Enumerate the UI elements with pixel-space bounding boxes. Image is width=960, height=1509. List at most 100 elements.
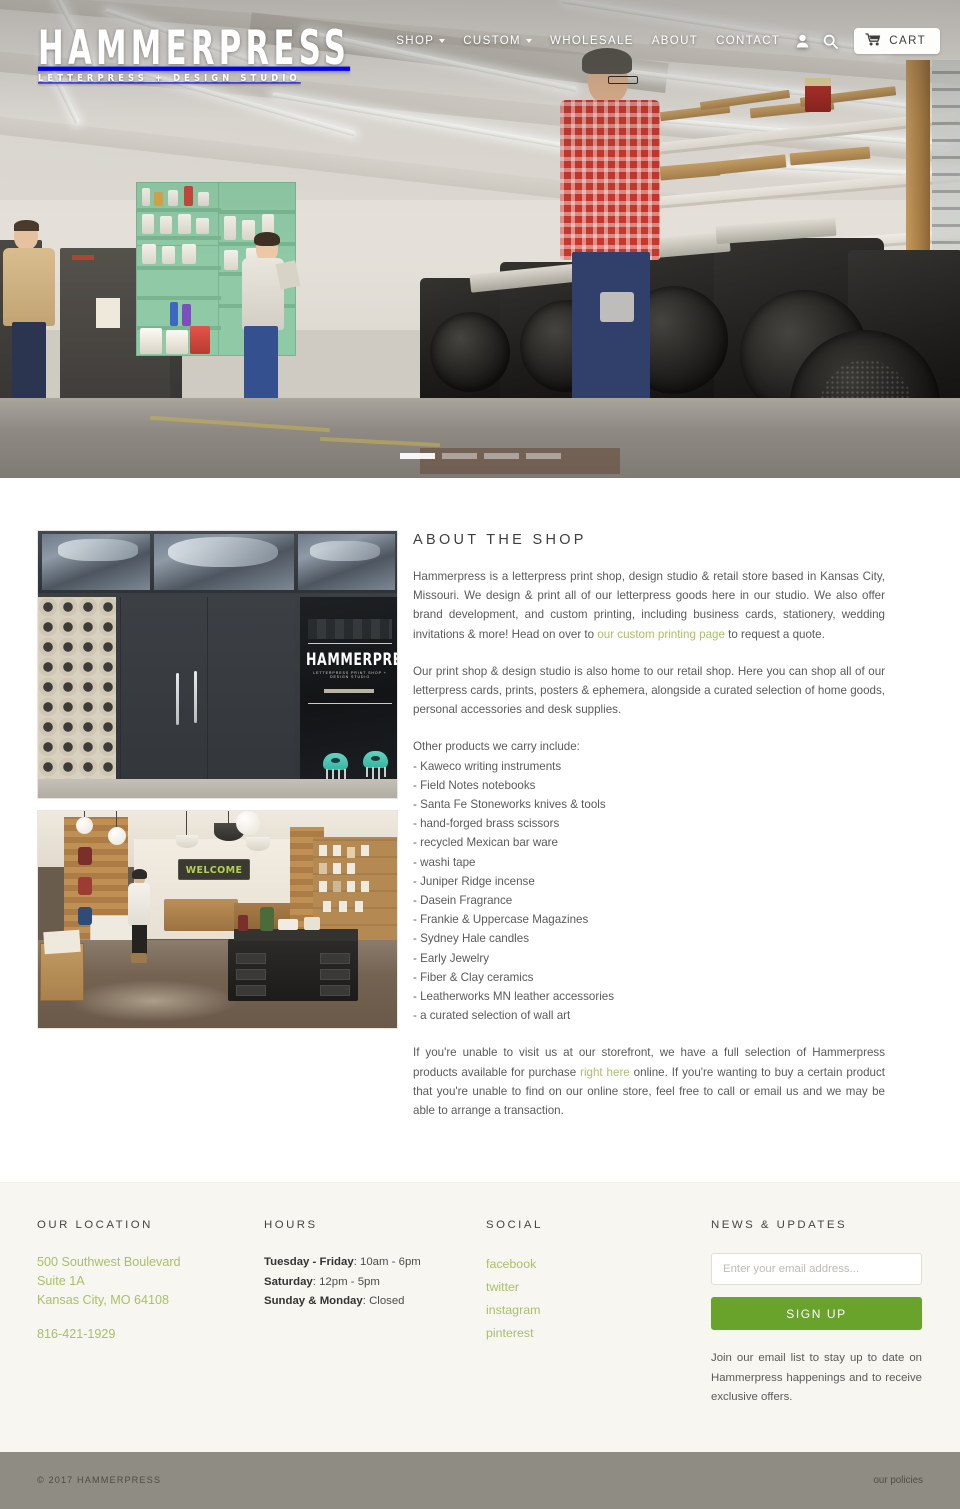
newsletter-blurb: Join our email list to stay up to date o… (711, 1352, 922, 1404)
hours-time: : 12pm - 5pm (312, 1275, 380, 1288)
copyright-text: © 2017 HAMMERPRESS (37, 1475, 162, 1485)
pendant-light (108, 827, 126, 845)
logo-wordmark: HAMMERPRESS (38, 19, 351, 76)
footer-location-column: OUR LOCATION 500 Southwest Boulevard Sui… (37, 1219, 264, 1407)
list-item: - Frankie & Uppercase Magazines (413, 913, 589, 927)
pendant-light (76, 817, 93, 834)
address-line-1[interactable]: 500 Southwest Boulevard (37, 1253, 264, 1272)
social-link-twitter[interactable]: twitter (486, 1276, 711, 1299)
carousel-dot-4[interactable] (525, 453, 561, 459)
hours-time: : Closed (362, 1295, 405, 1308)
nav-item-contact[interactable]: CONTACT (707, 35, 789, 47)
newsletter-heading: NEWS & UPDATES (711, 1219, 848, 1232)
address-line-3[interactable]: Kansas City, MO 64108 (37, 1291, 264, 1310)
shop-online-link[interactable]: right here (580, 1066, 630, 1079)
footer-social-column: SOCIAL facebook twitter instagram pinter… (486, 1219, 711, 1407)
list-item: - Kaweco writing instruments (413, 759, 562, 773)
hours-heading: HOURS (264, 1219, 318, 1232)
bottom-bar: © 2017 HAMMERPRESS our policies (0, 1451, 960, 1509)
cart-button[interactable]: CART (854, 28, 940, 54)
list-item: - Sydney Hale candles (413, 932, 529, 946)
chevron-down-icon (439, 39, 446, 43)
policies-link[interactable]: our policies (873, 1475, 923, 1486)
nav-label-wholesale: WHOLESALE (550, 35, 634, 47)
product-display (238, 915, 248, 931)
list-item: - Juniper Ridge incense (413, 874, 535, 888)
search-icon[interactable] (816, 34, 845, 49)
about-paragraph-1: Hammerpress is a letterpress print shop,… (413, 567, 885, 644)
welcome-sign: WELCOME (178, 859, 250, 880)
hanging-bag (78, 847, 92, 865)
carousel-dot-2[interactable] (441, 453, 477, 459)
list-item: - Santa Fe Stoneworks knives & tools (413, 798, 606, 812)
site-footer: OUR LOCATION 500 Southwest Boulevard Sui… (0, 1182, 960, 1452)
signup-button[interactable]: SIGN UP (711, 1297, 922, 1331)
hours-days: Sunday & Monday (264, 1295, 363, 1308)
pendant-shade (176, 835, 198, 848)
address-line-2[interactable]: Suite 1A (37, 1272, 264, 1291)
logo-tagline: LETTERPRESS + DESIGN STUDIO (38, 72, 301, 84)
eyeglasses (608, 76, 638, 84)
product-display (304, 917, 320, 930)
hours-row: Tuesday - Friday: 10am - 6pm (264, 1253, 486, 1273)
location-heading: OUR LOCATION (37, 1219, 153, 1232)
print-stack (43, 929, 81, 955)
carousel-indicators (0, 453, 960, 459)
list-item: - a curated selection of wall art (413, 1009, 571, 1023)
storefront-photo: HAMMERPRESS LETTERPRESS PRINT SHOP + DES… (37, 530, 398, 799)
list-item: - hand-forged brass scissors (413, 817, 560, 831)
social-link-facebook[interactable]: facebook (486, 1253, 711, 1276)
custom-printing-link[interactable]: our custom printing page (597, 628, 725, 641)
user-icon[interactable] (789, 34, 816, 48)
site-header: HAMMERPRESS LETTERPRESS + DESIGN STUDIO … (0, 0, 960, 84)
list-item: - Fiber & Clay ceramics (413, 970, 534, 984)
main-navigation: SHOP CUSTOM WHOLESALE ABOUT CONTACT CART (387, 28, 940, 54)
nav-item-about[interactable]: ABOUT (643, 35, 707, 47)
carousel-dot-3[interactable] (483, 453, 519, 459)
phone-number[interactable]: 816-421-1929 (37, 1327, 264, 1341)
nav-label-about: ABOUT (651, 35, 699, 47)
about-paragraph-3: If you're unable to visit us at our stor… (413, 1043, 885, 1120)
cart-icon (865, 33, 881, 49)
hours-row: Saturday: 12pm - 5pm (264, 1273, 486, 1293)
cart-label: CART (889, 35, 926, 47)
breeze-block-wall (38, 597, 116, 782)
paper-note (96, 298, 120, 328)
email-input[interactable] (711, 1253, 922, 1286)
about-para1-text-b: to request a quote. (724, 627, 825, 641)
nav-item-custom[interactable]: CUSTOM (454, 35, 541, 47)
list-item: - Dasein Fragrance (413, 894, 513, 908)
nav-item-wholesale[interactable]: WHOLESALE (541, 35, 643, 47)
pendant-light (236, 811, 260, 835)
hours-time: : 10am - 6pm (353, 1256, 421, 1269)
storefront-sign-subtext: LETTERPRESS PRINT SHOP + DESIGN STUDIO (313, 671, 387, 679)
storefront-sign-text: HAMMERPRESS (306, 649, 397, 670)
teal-chair (363, 751, 388, 780)
hours-days: Tuesday - Friday (264, 1256, 354, 1269)
hanging-bag (78, 907, 92, 925)
social-heading: SOCIAL (486, 1219, 543, 1232)
social-link-instagram[interactable]: instagram (486, 1299, 711, 1322)
list-item: - Early Jewelry (413, 951, 490, 965)
product-display (278, 919, 298, 930)
carousel-dot-1[interactable] (399, 453, 435, 459)
site-logo[interactable]: HAMMERPRESS LETTERPRESS + DESIGN STUDIO (38, 19, 374, 84)
pendant-shade (246, 837, 270, 851)
footer-hours-column: HOURS Tuesday - Friday: 10am - 6pm Satur… (264, 1219, 486, 1407)
label-tag (72, 255, 94, 260)
nav-label-contact: CONTACT (716, 35, 781, 47)
nav-label-custom: CUSTOM (463, 35, 521, 47)
hours-days: Saturday (264, 1275, 313, 1288)
product-list-block: Other products we carry include: - Kawec… (413, 737, 885, 1025)
list-item: - washi tape (413, 855, 476, 869)
main-content: HAMMERPRESS LETTERPRESS PRINT SHOP + DES… (0, 478, 960, 1183)
hours-row: Sunday & Monday: Closed (264, 1292, 486, 1312)
product-list-intro: Other products we carry include: (413, 740, 580, 754)
footer-newsletter-column: NEWS & UPDATES SIGN UP Join our email li… (711, 1219, 923, 1407)
list-item: - recycled Mexican bar ware (413, 836, 558, 850)
list-item: - Field Notes notebooks (413, 778, 536, 792)
nav-item-shop[interactable]: SHOP (387, 35, 454, 47)
wood-counter (164, 899, 238, 931)
social-link-pinterest[interactable]: pinterest (486, 1322, 711, 1345)
floor-mat (420, 448, 620, 474)
